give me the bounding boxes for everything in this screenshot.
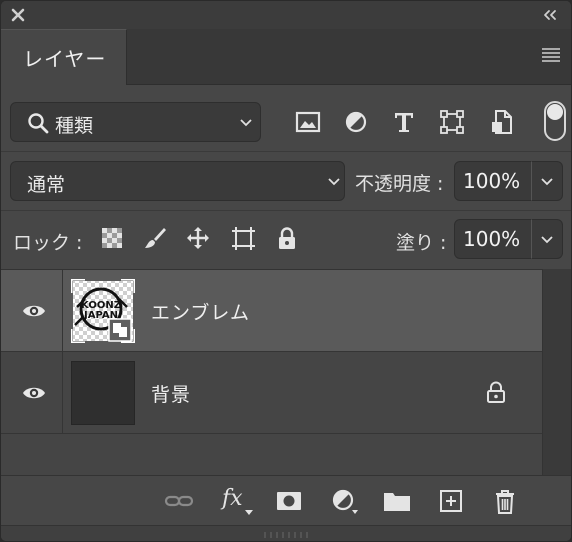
panel-menu-icon[interactable] xyxy=(541,46,561,64)
opacity-label: 不透明度 : xyxy=(355,173,444,195)
fill-dropdown[interactable] xyxy=(531,219,563,259)
submenu-triangle-icon xyxy=(245,510,253,515)
lock-position-icon[interactable] xyxy=(185,225,211,251)
chevron-down-icon xyxy=(328,178,340,186)
fill-field[interactable]: 100% xyxy=(454,219,532,259)
layer-list-scrollbar[interactable] xyxy=(542,269,571,475)
link-layers-icon[interactable] xyxy=(164,488,194,514)
fx-icon[interactable]: fx xyxy=(219,486,255,515)
panel-titlebar xyxy=(1,1,571,29)
blend-mode-select[interactable]: 通常 xyxy=(10,161,345,201)
shape-filter-icon[interactable] xyxy=(438,108,466,136)
lock-all-icon[interactable] xyxy=(274,225,300,251)
lock-image-pixels-icon[interactable] xyxy=(142,225,168,251)
close-icon[interactable] xyxy=(9,6,27,24)
tab-layers[interactable]: レイヤー xyxy=(1,29,127,85)
chevron-down-icon xyxy=(240,119,252,127)
visibility-column xyxy=(1,270,63,352)
grip-icon xyxy=(264,532,308,538)
layer-name: 背景 xyxy=(151,384,192,406)
lock-artboard-icon[interactable] xyxy=(230,225,256,251)
resize-grip[interactable] xyxy=(1,525,571,541)
image-filter-icon[interactable] xyxy=(294,108,322,136)
adjustment-layer-icon[interactable] xyxy=(330,488,360,514)
layers-toolbar: fx xyxy=(1,475,571,525)
adjustment-filter-icon[interactable] xyxy=(342,108,370,136)
layer-thumbnail: KOONZ JAPAN xyxy=(71,279,135,343)
tab-bar: レイヤー xyxy=(1,29,571,85)
lock-label: ロック : xyxy=(13,232,83,254)
eye-icon[interactable] xyxy=(21,383,47,403)
fill-value: 100% xyxy=(463,227,521,251)
tab-layers-label: レイヤー xyxy=(23,47,107,71)
eye-icon[interactable] xyxy=(21,301,47,321)
filter-toggle-knob xyxy=(547,104,563,120)
double-chevron-left-icon[interactable] xyxy=(541,6,559,24)
text-filter-icon[interactable] xyxy=(390,108,418,136)
group-folder-icon[interactable] xyxy=(382,488,412,514)
opacity-value: 100% xyxy=(463,169,521,193)
layer-row-background[interactable]: 背景 xyxy=(1,352,542,434)
trash-icon[interactable] xyxy=(490,488,520,514)
blend-mode-value: 通常 xyxy=(27,174,66,196)
layer-list: KOONZ JAPAN エンブレム 背景 xyxy=(1,269,542,475)
search-icon xyxy=(28,113,49,134)
layer-row-emblem[interactable]: KOONZ JAPAN エンブレム xyxy=(1,270,542,352)
filter-kind-select[interactable]: 種類 xyxy=(10,102,261,142)
fill-label: 塗り : xyxy=(396,232,447,254)
smart-object-filter-icon[interactable] xyxy=(488,108,516,136)
new-layer-icon[interactable] xyxy=(436,488,466,514)
layer-name: エンブレム xyxy=(151,302,251,324)
lock-transparent-pixels-icon[interactable] xyxy=(99,225,125,251)
filter-kind-label: 種類 xyxy=(55,115,94,137)
layers-panel: レイヤー 種類 通常 不透明度: 100% ロック: 塗り: 100% K… xyxy=(0,0,572,542)
opacity-dropdown[interactable] xyxy=(531,161,563,201)
layer-thumbnail xyxy=(71,361,135,425)
lock-icon xyxy=(487,381,505,403)
filter-toggle[interactable] xyxy=(544,101,566,141)
divider xyxy=(1,151,571,152)
fx-label: fx xyxy=(222,486,243,511)
chevron-down-icon xyxy=(541,178,553,186)
opacity-field[interactable]: 100% xyxy=(454,161,532,201)
chevron-down-icon xyxy=(541,236,553,244)
visibility-column xyxy=(1,352,63,434)
layer-mask-icon[interactable] xyxy=(274,488,304,514)
divider xyxy=(1,210,571,211)
